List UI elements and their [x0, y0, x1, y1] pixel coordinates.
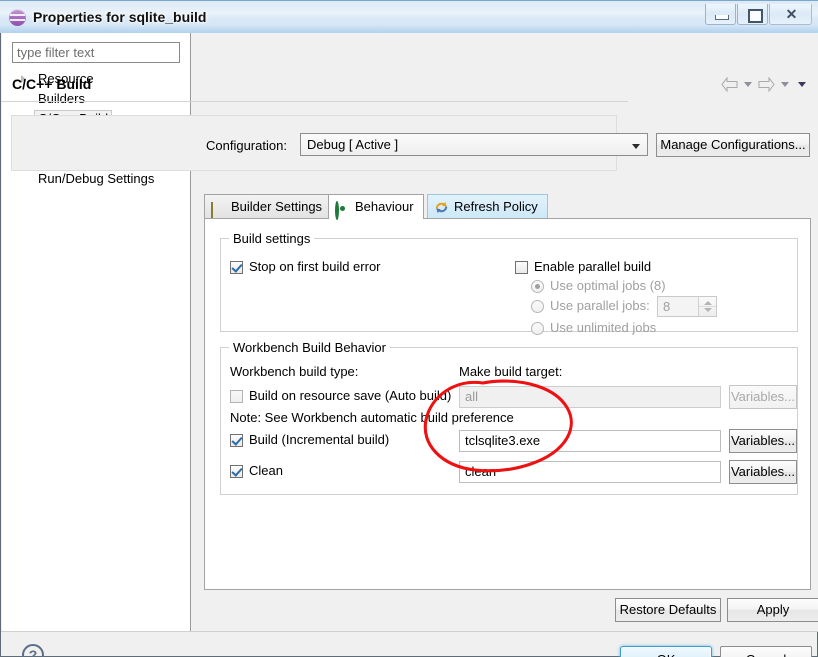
configuration-label: Configuration:	[206, 138, 287, 153]
restore-button[interactable]	[737, 4, 768, 25]
make-build-target-label: Make build target:	[459, 364, 563, 379]
tab-label: Behaviour	[355, 199, 414, 214]
clean-label: Clean	[249, 463, 283, 478]
filter-input[interactable]	[12, 42, 180, 63]
footer-separator	[1, 631, 818, 632]
tab-refresh-policy[interactable]: Refresh Policy	[427, 194, 548, 219]
close-icon	[785, 9, 798, 20]
use-parallel-jobs-radio[interactable]	[531, 300, 544, 313]
workbench-build-type-label: Workbench build type:	[230, 364, 359, 379]
incremental-build-target-input[interactable]: tclsqlite3.exe	[459, 430, 721, 452]
help-icon[interactable]: ?	[22, 644, 44, 657]
use-unlimited-jobs-radio[interactable]	[531, 322, 544, 335]
minimize-icon	[715, 15, 729, 20]
window-controls	[704, 4, 812, 25]
sidebar-item-run-debug-settings[interactable]: Run/Debug Settings	[2, 169, 191, 189]
build-incremental-checkbox[interactable]	[230, 434, 243, 447]
use-unlimited-jobs-label: Use unlimited jobs	[550, 320, 657, 335]
enable-parallel-build-checkbox[interactable]	[515, 261, 528, 274]
minimize-button[interactable]	[705, 4, 736, 25]
tab-label: Refresh Policy	[454, 199, 538, 214]
sidebar-item-label: Run/Debug Settings	[38, 171, 155, 186]
restore-icon	[748, 9, 763, 23]
clean-variables-button[interactable]: Variables...	[729, 460, 797, 484]
ok-button[interactable]: OK	[620, 646, 712, 657]
document-lines-icon	[211, 199, 227, 219]
configuration-dropdown[interactable]: Debug [ Active ]	[300, 133, 648, 156]
build-on-resource-save-label: Build on resource save (Auto build)	[249, 388, 452, 403]
manage-configurations-button[interactable]: Manage Configurations...	[656, 133, 810, 157]
parallel-jobs-value: 8	[663, 299, 671, 314]
stop-on-first-build-error-label: Stop on first build error	[249, 259, 381, 274]
configuration-value: Debug [ Active ]	[307, 137, 399, 152]
clean-checkbox[interactable]	[230, 465, 243, 478]
auto-build-note: Note: See Workbench automatic build pref…	[230, 410, 514, 425]
stepper-down-icon[interactable]	[704, 308, 712, 312]
title-separator	[1, 101, 628, 102]
cancel-button[interactable]: Cancel	[720, 646, 812, 657]
page-navigation	[721, 77, 809, 92]
build-settings-group: Build settings Stop on first build error…	[220, 231, 798, 335]
group-title: Workbench Build Behavior	[229, 340, 390, 355]
apply-button[interactable]: Apply	[727, 598, 818, 622]
restore-defaults-button[interactable]: Restore Defaults	[615, 598, 721, 622]
auto-build-variables-button[interactable]: Variables...	[729, 385, 797, 409]
stepper-up-icon[interactable]	[704, 301, 712, 305]
tab-bar: Builder Settings Behaviour Refresh Polic…	[204, 194, 811, 220]
use-parallel-jobs-label: Use parallel jobs:	[550, 298, 650, 313]
forward-arrow-icon[interactable]	[758, 77, 775, 92]
tab-label: Builder Settings	[231, 199, 323, 214]
sphere-icon	[9, 9, 26, 26]
use-optimal-jobs-radio[interactable]	[531, 280, 544, 293]
sidebar-item-builders[interactable]: Builders	[2, 89, 191, 109]
refresh-arrows-icon	[434, 199, 450, 215]
window-title-bar: Properties for sqlite_build	[0, 0, 818, 33]
auto-build-target-input[interactable]: all	[459, 386, 721, 408]
build-on-resource-save-checkbox[interactable]	[230, 390, 243, 403]
enable-parallel-build-label: Enable parallel build	[534, 259, 652, 274]
back-history-caret-icon[interactable]	[744, 82, 752, 87]
green-radio-icon	[335, 199, 351, 220]
behaviour-tab-panel: Build settings Stop on first build error…	[204, 218, 811, 590]
tab-builder-settings[interactable]: Builder Settings	[204, 194, 333, 219]
build-incremental-label: Build (Incremental build)	[249, 432, 390, 447]
page-menu-caret-icon[interactable]	[798, 82, 806, 87]
clean-target-input[interactable]: clean	[459, 461, 721, 483]
back-arrow-icon[interactable]	[721, 77, 738, 92]
parallel-jobs-stepper[interactable]: 8	[657, 296, 717, 317]
properties-dialog: Properties for sqlite_build Resource	[0, 0, 818, 657]
use-optimal-jobs-label: Use optimal jobs (8)	[550, 278, 666, 293]
window-title: Properties for sqlite_build	[33, 9, 207, 25]
sidebar-item-label: Builders	[38, 91, 85, 106]
tab-behaviour[interactable]: Behaviour	[328, 194, 424, 220]
stop-on-first-build-error-checkbox[interactable]	[230, 261, 243, 274]
group-title: Build settings	[229, 231, 315, 246]
chevron-down-icon	[632, 144, 640, 149]
incremental-build-variables-button[interactable]: Variables...	[729, 429, 797, 453]
stepper-divider	[699, 306, 716, 307]
page-title: C/C++ Build	[12, 76, 92, 92]
dialog-body: Resource Builders C/C++ Build C/C++ Gene…	[0, 33, 818, 657]
close-button[interactable]	[769, 4, 812, 25]
forward-history-caret-icon[interactable]	[781, 82, 789, 87]
workbench-build-behavior-group: Workbench Build Behavior Workbench build…	[220, 340, 798, 495]
